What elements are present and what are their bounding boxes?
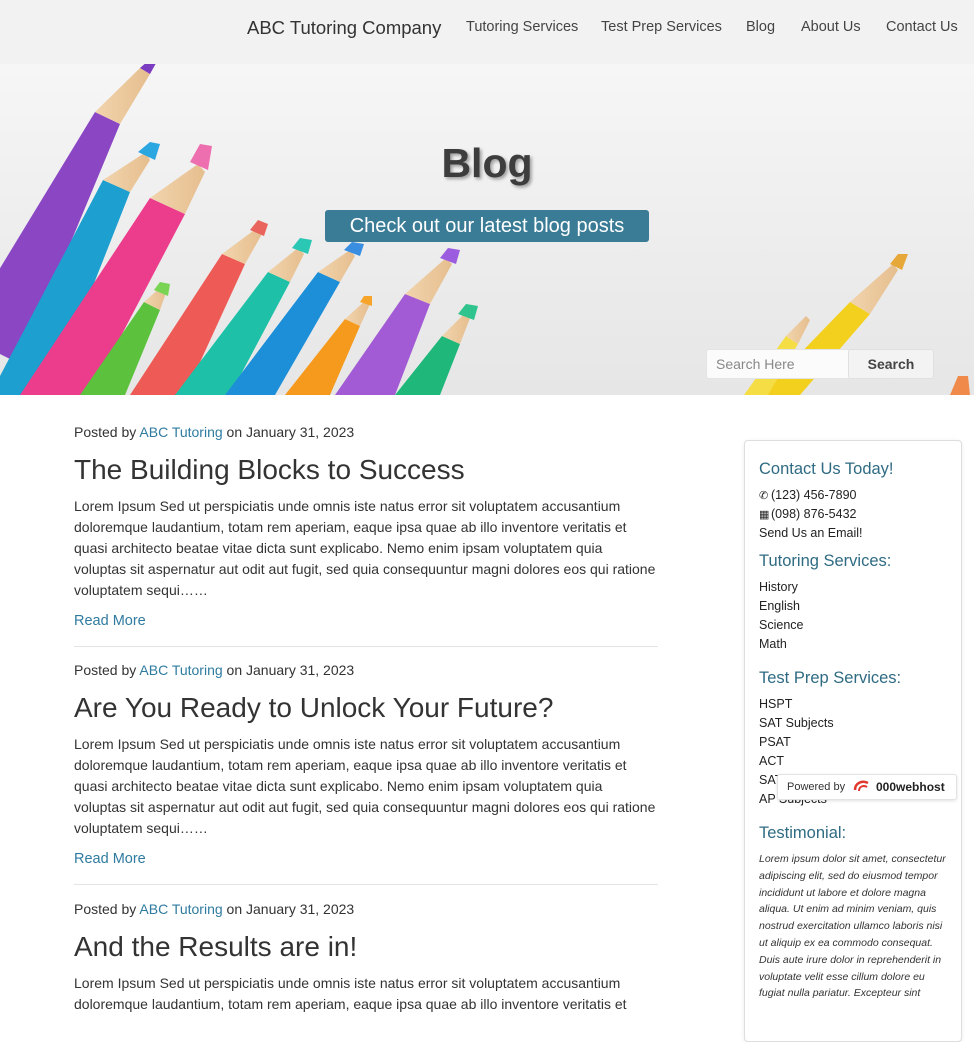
- nav-link-contact-us[interactable]: Contact Us: [886, 19, 958, 35]
- tutoring-item-history[interactable]: History: [759, 580, 798, 594]
- fax-row: ▦ (098) 876-5432: [759, 507, 856, 521]
- testprep-item-hspt[interactable]: HSPT: [759, 697, 792, 711]
- post-meta: Posted by ABC Tutoring on January 31, 20…: [74, 901, 658, 917]
- post-author-link[interactable]: ABC Tutoring: [139, 901, 222, 917]
- posted-by-label: Posted by: [74, 424, 137, 440]
- post-divider: [74, 884, 658, 885]
- contact-heading: Contact Us Today!: [759, 460, 894, 478]
- phone-row: ✆ (123) 456-7890: [759, 488, 856, 502]
- tutoring-item-science[interactable]: Science: [759, 618, 803, 632]
- testimonial-text: Lorem ipsum dolor sit amet, consectetur …: [759, 853, 946, 1000]
- read-more-link[interactable]: Read More: [74, 851, 658, 867]
- nav-link-test-prep-services[interactable]: Test Prep Services: [601, 19, 722, 35]
- tutoring-item-english[interactable]: English: [759, 599, 800, 613]
- hero-title: Blog: [441, 140, 533, 186]
- posted-by-label: Posted by: [74, 662, 137, 678]
- sidebar-panel: Contact Us Today! ✆ (123) 456-7890 ▦ (098)…: [744, 440, 962, 1042]
- posted-by-label: Posted by: [74, 901, 137, 917]
- blog-post: Posted by ABC Tutoring on January 31, 20…: [74, 424, 658, 629]
- phone-icon: ✆: [759, 490, 769, 502]
- tutoring-item-math[interactable]: Math: [759, 637, 787, 651]
- testprep-item-act[interactable]: ACT: [759, 754, 784, 768]
- post-meta: Posted by ABC Tutoring on January 31, 20…: [74, 424, 658, 440]
- top-navbar: ABC Tutoring Company Tutoring Services T…: [0, 0, 974, 64]
- test-prep-heading: Test Prep Services:: [759, 669, 902, 687]
- nav-link-tutoring-services[interactable]: Tutoring Services: [466, 19, 578, 35]
- post-title[interactable]: Are You Ready to Unlock Your Future?: [74, 692, 658, 724]
- testprep-item-sat-subjects[interactable]: SAT Subjects: [759, 716, 834, 730]
- webhost-name: 000webhost: [876, 780, 945, 794]
- post-title[interactable]: And the Results are in!: [74, 931, 658, 963]
- hero-banner: Blog Check out our latest blog posts Sea…: [0, 64, 974, 395]
- nav-link-about-us[interactable]: About Us: [801, 19, 861, 35]
- testprep-item-psat[interactable]: PSAT: [759, 735, 791, 749]
- post-excerpt: Lorem Ipsum Sed ut perspiciatis unde omn…: [74, 736, 656, 836]
- post-meta: Posted by ABC Tutoring on January 31, 20…: [74, 662, 658, 678]
- search-input[interactable]: [706, 349, 854, 379]
- tutoring-services-heading: Tutoring Services:: [759, 552, 892, 570]
- blog-post: Posted by ABC Tutoring on January 31, 20…: [74, 662, 658, 867]
- blog-post: Posted by ABC Tutoring on January 31, 20…: [74, 901, 658, 1015]
- post-divider: [74, 646, 658, 647]
- email-link[interactable]: Send Us an Email!: [759, 526, 863, 540]
- post-excerpt: Lorem Ipsum Sed ut perspiciatis unde omn…: [74, 498, 656, 598]
- search-button[interactable]: Search: [848, 349, 934, 379]
- fax-number: (098) 876-5432: [771, 507, 857, 521]
- nav-link-blog[interactable]: Blog: [746, 19, 775, 35]
- webhost-logo-icon: [853, 780, 869, 792]
- post-date: on January 31, 2023: [226, 424, 355, 440]
- testimonial-heading: Testimonial:: [759, 824, 847, 842]
- hero-subtitle: Check out our latest blog posts: [325, 210, 649, 242]
- powered-by-label: Powered by: [787, 781, 846, 793]
- brand-link[interactable]: ABC Tutoring Company: [247, 17, 441, 39]
- post-title[interactable]: The Building Blocks to Success: [74, 454, 658, 486]
- post-date: on January 31, 2023: [226, 662, 355, 678]
- post-excerpt: Lorem Ipsum Sed ut perspiciatis unde omn…: [74, 975, 627, 1012]
- powered-by-badge[interactable]: Powered by 000webhost: [777, 774, 957, 800]
- read-more-link[interactable]: Read More: [74, 613, 658, 629]
- post-author-link[interactable]: ABC Tutoring: [139, 662, 222, 678]
- phone-number: (123) 456-7890: [771, 488, 857, 502]
- post-date: on January 31, 2023: [226, 901, 355, 917]
- post-author-link[interactable]: ABC Tutoring: [139, 424, 222, 440]
- fax-icon: ▦: [759, 509, 770, 521]
